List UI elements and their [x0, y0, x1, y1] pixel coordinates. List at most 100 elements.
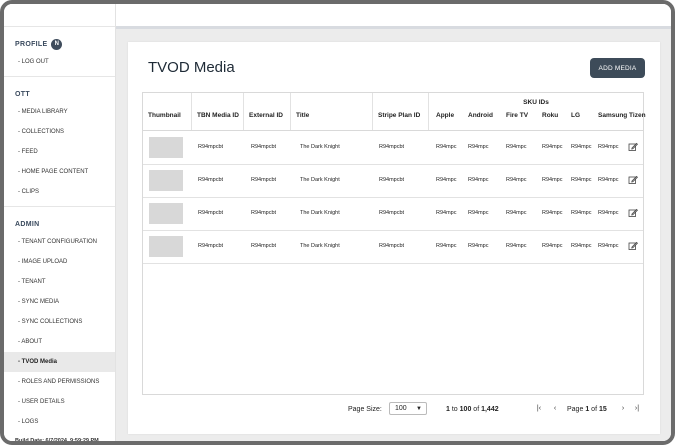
- sidebar: PROFILE N - LOG OUT OTT - MEDIA LIBRARY -…: [4, 4, 116, 444]
- cell-sku-samsung-tizen: R94mpc: [598, 144, 619, 150]
- cell-stripe-plan-id: R94mpcbt: [379, 144, 405, 150]
- table-row[interactable]: R94mpcbt R94mpcbt The Dark Knight R94mpcbt R…: [143, 164, 643, 198]
- cell-tbn-media-id: R94mpcbt: [198, 210, 224, 216]
- cell-sku-roku: R94mpc: [542, 243, 563, 249]
- edit-icon[interactable]: [628, 241, 638, 251]
- column-header-tbn-media-id[interactable]: TBN Media ID: [192, 93, 244, 130]
- cell-sku-roku: R94mpc: [542, 144, 563, 150]
- sidebar-top-bar: [4, 4, 115, 27]
- sidebar-item-logout[interactable]: - LOG OUT: [4, 52, 115, 72]
- profile-section-header[interactable]: PROFILE N: [4, 36, 115, 52]
- cell-stripe-plan-id: R94mpcbt: [379, 243, 405, 249]
- cell-external-id: R94mpcbt: [251, 210, 277, 216]
- column-header-title[interactable]: Title: [291, 93, 373, 130]
- cell-external-id: R94mpcbt: [251, 144, 277, 150]
- edit-icon[interactable]: [628, 142, 638, 152]
- sidebar-item-home-page-content[interactable]: - HOME PAGE CONTENT: [4, 162, 115, 182]
- previous-page-icon[interactable]: ‹: [550, 404, 560, 414]
- cell-sku-roku: R94mpc: [542, 177, 563, 183]
- column-header-samsung-tizen[interactable]: Samsung Tizen: [598, 112, 646, 119]
- cell-stripe-plan-id: R94mpcbt: [379, 210, 405, 216]
- first-page-icon[interactable]: |‹: [534, 404, 544, 414]
- sidebar-item-sync-collections[interactable]: - SYNC COLLECTIONS: [4, 312, 115, 332]
- sidebar-item-feed[interactable]: - FEED: [4, 142, 115, 162]
- column-header-apple[interactable]: Apple: [436, 112, 454, 119]
- cell-title: The Dark Knight: [300, 210, 340, 216]
- cell-sku-lg: R94mpc: [571, 210, 592, 216]
- cell-sku-android: R94mpc: [468, 210, 489, 216]
- ott-nav-list: - MEDIA LIBRARY - COLLECTIONS - FEED - HOME…: [4, 102, 115, 202]
- table-row[interactable]: R94mpcbt R94mpcbt The Dark Knight R94mpcbt R…: [143, 230, 643, 264]
- column-header-stripe-plan-id[interactable]: Stripe Plan ID: [373, 93, 429, 130]
- build-date: Build Date: 6/7/2024, 9:59:29 PM: [15, 438, 99, 444]
- cell-sku-apple: R94mpc: [436, 144, 457, 150]
- sidebar-item-user-details[interactable]: - USER DETAILS: [4, 392, 115, 412]
- thumbnail-placeholder: [149, 236, 183, 257]
- column-header-fire-tv[interactable]: Fire TV: [506, 112, 528, 119]
- cell-sku-samsung-tizen: R94mpc: [598, 177, 619, 183]
- edit-icon[interactable]: [628, 175, 638, 185]
- page-size-label: Page Size:: [348, 406, 382, 413]
- column-header-thumbnail[interactable]: Thumbnail: [143, 93, 192, 130]
- top-bar: [116, 4, 671, 29]
- page-indicator: Page 1 of 15: [567, 406, 607, 413]
- page-size-select[interactable]: 100 ▼: [389, 402, 427, 415]
- table-row[interactable]: R94mpcbt R94mpcbt The Dark Knight R94mpcbt R…: [143, 131, 643, 165]
- sidebar-item-media-library[interactable]: - MEDIA LIBRARY: [4, 102, 115, 122]
- app-window: PROFILE N - LOG OUT OTT - MEDIA LIBRARY -…: [0, 0, 675, 445]
- sidebar-item-about[interactable]: - ABOUT: [4, 332, 115, 352]
- page-size-value: 100: [395, 405, 407, 412]
- cell-sku-lg: R94mpc: [571, 177, 592, 183]
- cell-sku-lg: R94mpc: [571, 243, 592, 249]
- cell-external-id: R94mpcbt: [251, 243, 277, 249]
- admin-section-header: ADMIN: [15, 220, 40, 228]
- cell-title: The Dark Knight: [300, 243, 340, 249]
- edit-icon[interactable]: [628, 208, 638, 218]
- sidebar-item-tvod-media[interactable]: - TVOD Media: [4, 352, 115, 372]
- sidebar-item-tenant[interactable]: - TENANT: [4, 272, 115, 292]
- column-header-android[interactable]: Android: [468, 112, 493, 119]
- sidebar-item-tenant-configuration[interactable]: - TENANT CONFIGURATION: [4, 232, 115, 252]
- cell-sku-android: R94mpc: [468, 144, 489, 150]
- cell-sku-samsung-tizen: R94mpc: [598, 243, 619, 249]
- table-header: Thumbnail TBN Media ID External ID Title…: [143, 93, 646, 131]
- sku-ids-label: SKU IDs: [523, 99, 549, 106]
- cell-sku-fire-tv: R94mpc: [506, 177, 527, 183]
- avatar[interactable]: N: [51, 38, 63, 50]
- pagination-bar: Page Size: 100 ▼ 1 to 100 of 1,442 |‹ ‹ …: [142, 401, 644, 421]
- last-page-icon[interactable]: ›|: [632, 404, 642, 414]
- content-card: TVOD Media ADD MEDIA Thumbnail TBN Media…: [128, 42, 660, 434]
- thumbnail-placeholder: [149, 203, 183, 224]
- cell-sku-apple: R94mpc: [436, 243, 457, 249]
- cell-sku-fire-tv: R94mpc: [506, 144, 527, 150]
- column-header-external-id[interactable]: External ID: [244, 93, 291, 130]
- sidebar-item-image-upload[interactable]: - IMAGE UPLOAD: [4, 252, 115, 272]
- cell-sku-android: R94mpc: [468, 243, 489, 249]
- sidebar-item-sync-media[interactable]: - SYNC MEDIA: [4, 292, 115, 312]
- sidebar-divider: [4, 206, 115, 207]
- sidebar-item-collections[interactable]: - COLLECTIONS: [4, 122, 115, 142]
- cell-tbn-media-id: R94mpcbt: [198, 177, 224, 183]
- cell-sku-fire-tv: R94mpc: [506, 210, 527, 216]
- next-page-icon[interactable]: ›: [618, 404, 628, 414]
- column-header-lg[interactable]: LG: [571, 112, 580, 119]
- cell-title: The Dark Knight: [300, 177, 340, 183]
- cell-sku-android: R94mpc: [468, 177, 489, 183]
- sidebar-item-clips[interactable]: - CLIPS: [4, 182, 115, 202]
- sku-ids-group: SKU IDs Apple Android Fire TV Roku LG Sa…: [429, 93, 646, 130]
- column-header-roku[interactable]: Roku: [542, 112, 558, 119]
- cell-tbn-media-id: R94mpcbt: [198, 144, 224, 150]
- add-media-button[interactable]: ADD MEDIA: [590, 58, 645, 78]
- ott-section-header: OTT: [15, 90, 30, 98]
- thumbnail-placeholder: [149, 137, 183, 158]
- thumbnail-placeholder: [149, 170, 183, 191]
- sidebar-item-logs[interactable]: - LOGS: [4, 412, 115, 432]
- chevron-down-icon: ▼: [416, 406, 422, 412]
- row-range: 1 to 100 of 1,442: [446, 406, 499, 413]
- cell-external-id: R94mpcbt: [251, 177, 277, 183]
- table-row[interactable]: R94mpcbt R94mpcbt The Dark Knight R94mpcbt R…: [143, 197, 643, 231]
- cell-sku-apple: R94mpc: [436, 210, 457, 216]
- page-title: TVOD Media: [148, 59, 235, 76]
- cell-tbn-media-id: R94mpcbt: [198, 243, 224, 249]
- sidebar-item-roles-and-permissions[interactable]: - ROLES AND PERMISSIONS: [4, 372, 115, 392]
